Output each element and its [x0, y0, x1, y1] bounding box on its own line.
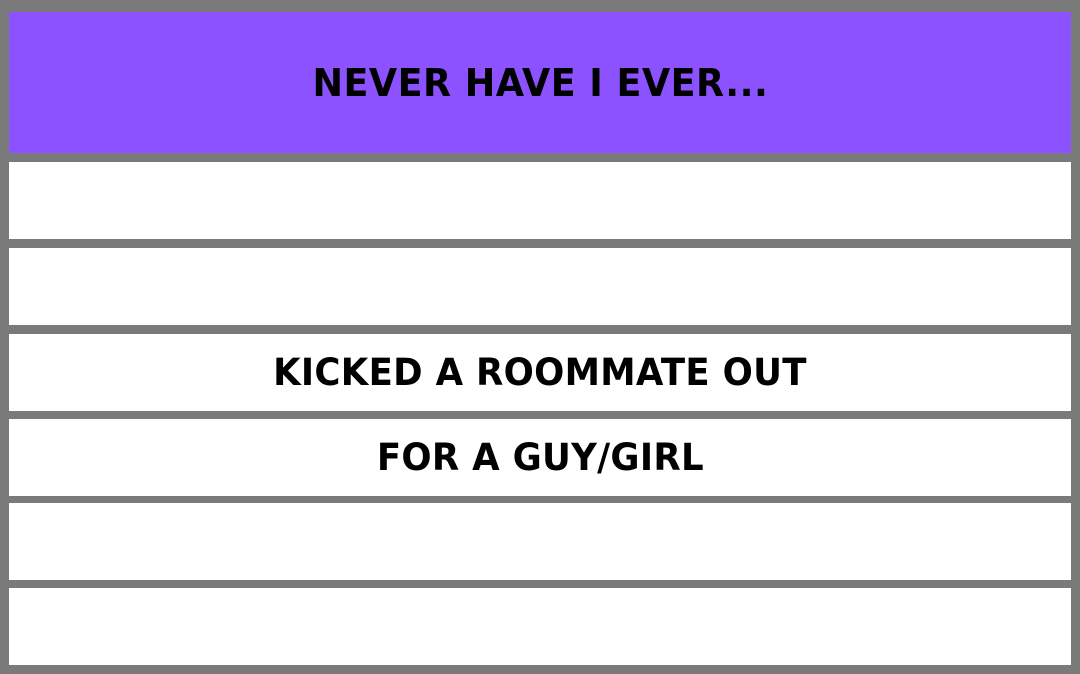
- line-row-3: KICKED A ROOMMATE OUT: [9, 334, 1071, 411]
- never-have-i-ever-card: NEVER HAVE I EVER... KICKED A ROOMMATE O…: [0, 0, 1080, 674]
- line-row-1: [9, 162, 1071, 239]
- line-row-4: FOR A GUY/GIRL: [9, 419, 1071, 496]
- header-banner: NEVER HAVE I EVER...: [9, 12, 1071, 153]
- line-row-2: [9, 248, 1071, 325]
- line-text-4: FOR A GUY/GIRL: [376, 436, 704, 479]
- header-title: NEVER HAVE I EVER...: [312, 60, 768, 105]
- line-text-3: KICKED A ROOMMATE OUT: [273, 351, 807, 394]
- line-row-6: [9, 588, 1071, 665]
- line-row-5: [9, 503, 1071, 580]
